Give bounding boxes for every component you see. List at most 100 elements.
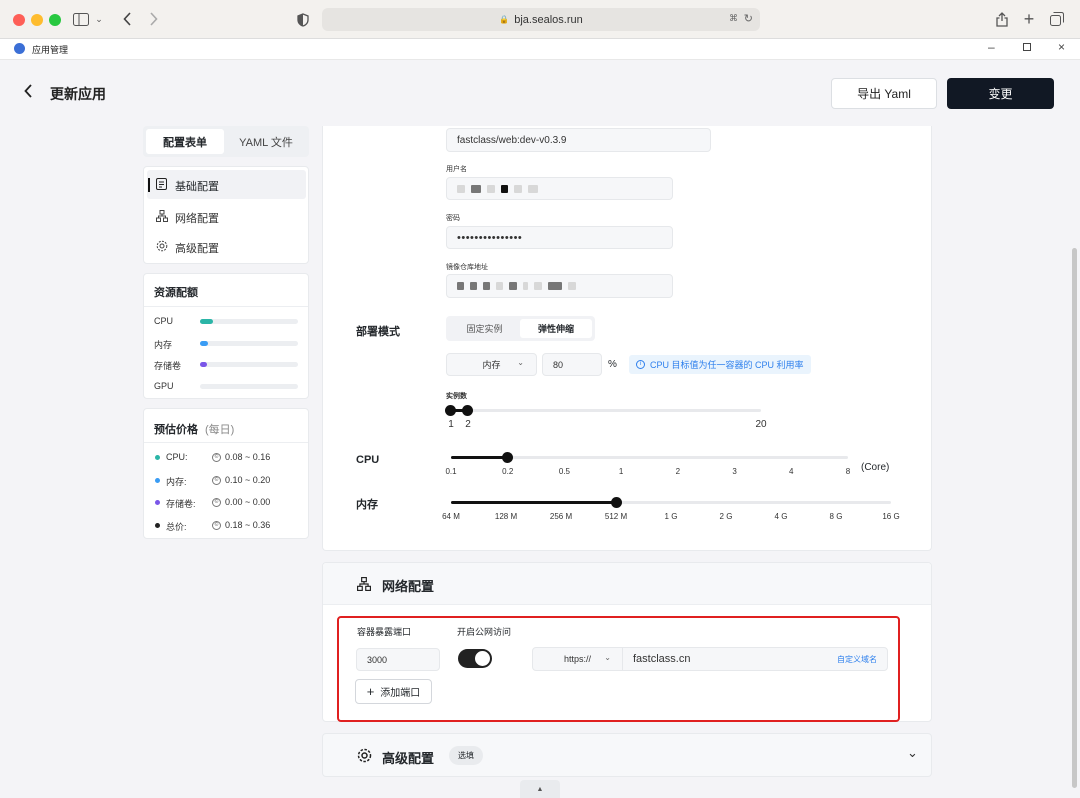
cpu-tick-label: 0.1 [445,467,457,476]
nav-label-network: 网络配置 [175,213,219,225]
public-access-label: 开启公网访问 [457,627,512,637]
protocol-select[interactable]: https:// ⌄ [532,647,623,671]
basic-config-card: fastclass/web:dev-v0.3.9 用户名 密码 ••••••••… [322,126,932,551]
price-label: CPU: [166,452,188,462]
add-port-button[interactable]: + 添加端口 [355,679,432,704]
instances-slider-track[interactable] [451,409,761,412]
password-field[interactable]: ••••••••••••••• [446,226,673,249]
public-access-toggle[interactable] [458,649,492,668]
memory-tick-label: 512 M [604,512,628,521]
price-value: 0.08 ~ 0.16 [225,452,271,462]
minimize-app-icon[interactable]: – [988,40,995,54]
resource-label: CPU [154,316,174,326]
minimize-window-button[interactable] [31,14,43,26]
currency-icon: © [212,475,221,485]
memory-slider-fill [451,501,616,504]
export-yaml-button[interactable]: 导出 Yaml [831,78,937,109]
price-estimate-card: 预估价格 (每日) CPU: © 0.08 ~ 0.16 内存: © 0.10 ~ 0.2… [143,408,309,539]
close-app-icon[interactable]: × [1058,40,1065,54]
memory-tick-label: 8 G [829,512,843,521]
resource-bar-fill [200,319,213,324]
deploy-mode-switch: 固定实例 弹性伸缩 [446,316,595,341]
toggle-knob [475,651,490,666]
currency-icon: © [212,520,221,530]
gear-icon [156,240,168,255]
sidebar-toggle-icon[interactable] [73,12,89,26]
network-section-title: 网络配置 [382,579,435,594]
metric-value-input[interactable]: 80 [542,353,602,376]
resource-bar-fill [200,340,208,346]
username-field[interactable] [446,177,673,200]
cpu-tick-label: 1 [618,467,624,476]
memory-tick-label: 64 M [442,512,460,521]
instances-min-handle[interactable] [445,405,456,416]
metric-hint-text: CPU 目标值为任一容器的 CPU 利用率 [650,360,804,370]
metric-unit: % [608,359,617,370]
chevron-down-icon[interactable]: ⌄ [94,13,104,25]
price-dot [155,477,160,483]
cpu-slider-handle[interactable] [502,452,514,463]
tab-yaml-file[interactable]: YAML 文件 [225,129,307,154]
instances-max-handle[interactable] [462,405,473,416]
metric-select[interactable]: 内存 ⌄ [446,353,537,376]
currency-icon: © [212,453,221,462]
scroll-top-button[interactable]: ▲ [520,780,560,798]
new-tab-icon[interactable]: + [1022,9,1036,29]
tab-form-config[interactable]: 配置表单 [146,129,224,154]
price-value: 0.18 ~ 0.36 [225,519,271,530]
address-bar[interactable]: 🔒 bja.sealos.run ⌘ ↻ [322,8,760,31]
close-window-button[interactable] [13,14,25,26]
nav-active-indicator [148,178,150,192]
port-input[interactable]: 3000 [356,648,440,671]
price-label: 总价: [166,521,187,532]
nav-label-basic: 基础配置 [175,181,219,193]
forward-icon[interactable] [146,11,160,27]
network-config-card: 网络配置 容器暴露端口 开启公网访问 3000 https:// ⌄ fastc… [322,562,932,722]
privacy-shield-icon[interactable] [296,12,310,27]
url-text: bja.sealos.run [514,13,583,26]
app-titlebar: 应用管理 – × [0,39,1080,60]
nav-item-network[interactable]: 网络配置 [147,202,306,230]
chevron-down-icon[interactable]: ⌄ [907,745,918,761]
image-name-field[interactable]: fastclass/web:dev-v0.3.9 [446,128,711,152]
zoom-window-button[interactable] [49,14,61,26]
mode-fixed-option[interactable]: 固定实例 [449,319,520,338]
custom-domain-link[interactable]: 自定义域名 [837,654,877,665]
registry-field[interactable] [446,274,673,298]
domain-input[interactable]: fastclass.cn 自定义域名 [622,647,888,671]
apply-change-button[interactable]: 变更 [947,78,1054,109]
restore-app-icon[interactable] [1023,43,1031,51]
port-label: 容器暴露端口 [357,627,412,637]
config-mode-tabs: 配置表单 YAML 文件 [143,126,309,157]
plus-icon: + [366,684,375,699]
nav-item-basic[interactable]: 基础配置 [147,170,306,199]
tab-overview-icon[interactable] [1050,12,1064,26]
deploy-mode-label: 部署模式 [356,326,400,338]
mode-autoscale-option[interactable]: 弹性伸缩 [520,319,592,338]
share-icon[interactable] [995,11,1009,27]
price-dot [155,522,160,528]
instances-label: 实例数 [446,393,467,400]
translate-icon[interactable]: ⌘ [729,13,738,24]
resource-bar [200,362,298,367]
nav-item-advanced[interactable]: 高级配置 [147,232,306,260]
gear-icon [357,748,372,766]
app-title: 应用管理 [32,45,69,55]
back-arrow-icon[interactable] [24,84,33,101]
cpu-tick-label: 4 [789,467,794,476]
advanced-config-card[interactable]: 高级配置 选填 ⌄ [322,733,932,777]
cpu-tick-label: 8 [845,467,851,476]
memory-tick-label: 2 G [719,512,733,521]
resource-label: 存储卷 [154,361,182,371]
back-icon[interactable] [120,11,134,27]
reload-icon[interactable]: ↻ [744,12,753,25]
registry-label: 镜像仓库地址 [446,264,488,271]
memory-tick-label: 1 G [664,512,678,521]
advanced-section-title: 高级配置 [382,751,435,766]
cpu-tick-label: 3 [732,467,737,476]
section-nav: 基础配置 网络配置 高级配置 [143,166,309,264]
page-scrollbar[interactable] [1072,248,1077,788]
app-logo-icon [14,43,25,54]
memory-slider-handle[interactable] [610,497,622,508]
cpu-label: CPU [356,454,380,466]
